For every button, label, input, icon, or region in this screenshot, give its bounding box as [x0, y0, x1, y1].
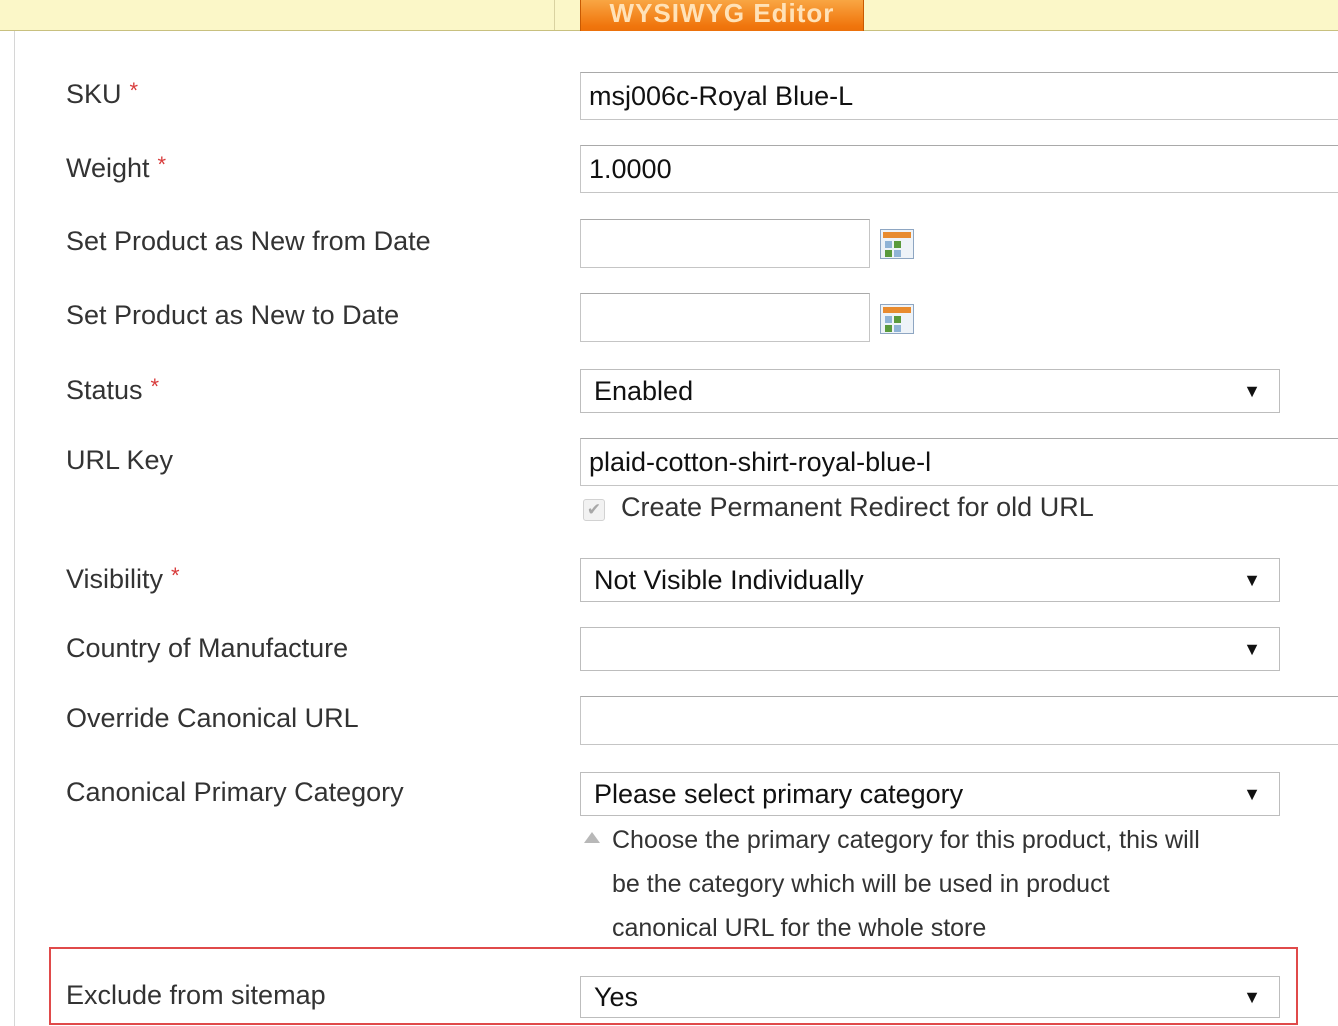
visibility-label-text: Visibility: [66, 564, 164, 594]
redirect-checkbox-label: Create Permanent Redirect for old URL: [621, 492, 1094, 522]
weight-input[interactable]: 1.0000: [580, 145, 1338, 193]
canonical-primary-category-select[interactable]: Please select primary category ▼: [580, 772, 1280, 816]
weight-label-text: Weight: [66, 153, 150, 183]
visibility-selected-value: Not Visible Individually: [594, 565, 864, 595]
calendar-icon[interactable]: [880, 304, 914, 334]
help-line: Choose the primary category for this pro…: [612, 826, 1200, 854]
info-triangle-icon: [584, 832, 600, 843]
chevron-down-icon: ▼: [1243, 639, 1261, 659]
required-marker: *: [171, 563, 180, 588]
new-from-date-input[interactable]: [580, 219, 870, 268]
required-marker: *: [150, 374, 160, 399]
chevron-down-icon: ▼: [1243, 987, 1261, 1007]
sku-label: SKU *: [66, 78, 138, 110]
country-of-manufacture-select[interactable]: ▼: [580, 627, 1280, 671]
toolbar-separator: [554, 0, 577, 30]
new-to-date-input[interactable]: [580, 293, 870, 342]
override-canonical-url-input[interactable]: [580, 696, 1338, 745]
redirect-checkbox[interactable]: ✔: [583, 499, 605, 521]
sku-label-text: SKU: [66, 79, 122, 109]
visibility-select[interactable]: Not Visible Individually ▼: [580, 558, 1280, 602]
exclude-from-sitemap-label: Exclude from sitemap: [66, 980, 326, 1010]
visibility-label: Visibility *: [66, 563, 180, 595]
help-line: be the category which will be used in pr…: [612, 870, 1110, 898]
canonical-category-help-text: Choose the primary category for this pro…: [612, 818, 1292, 950]
weight-label: Weight *: [66, 152, 166, 184]
exclude-sitemap-selected-value: Yes: [594, 982, 639, 1012]
exclude-from-sitemap-select[interactable]: Yes ▼: [580, 976, 1280, 1018]
status-label-text: Status: [66, 375, 143, 405]
country-of-manufacture-label: Country of Manufacture: [66, 633, 349, 663]
status-select[interactable]: Enabled ▼: [580, 369, 1280, 413]
url-key-label: URL Key: [66, 445, 174, 475]
new-from-date-label: Set Product as New from Date: [66, 226, 431, 256]
canonical-primary-category-label: Canonical Primary Category: [66, 777, 404, 807]
checkmark-icon: ✔: [586, 500, 602, 519]
required-marker: *: [157, 152, 167, 177]
required-marker: *: [129, 78, 139, 103]
new-to-date-label: Set Product as New to Date: [66, 300, 400, 330]
sku-input[interactable]: msj006c-Royal Blue-L: [580, 72, 1338, 120]
status-label: Status *: [66, 374, 159, 406]
chevron-down-icon: ▼: [1243, 570, 1261, 590]
url-key-input[interactable]: plaid-cotton-shirt-royal-blue-l: [580, 438, 1338, 486]
help-line: canonical URL for the whole store: [612, 914, 987, 942]
chevron-down-icon: ▼: [1243, 381, 1261, 401]
calendar-icon[interactable]: [880, 229, 914, 259]
status-selected-value: Enabled: [594, 376, 694, 406]
chevron-down-icon: ▼: [1243, 784, 1261, 804]
override-canonical-url-label: Override Canonical URL: [66, 703, 359, 733]
canonical-category-selected-value: Please select primary category: [594, 779, 964, 809]
